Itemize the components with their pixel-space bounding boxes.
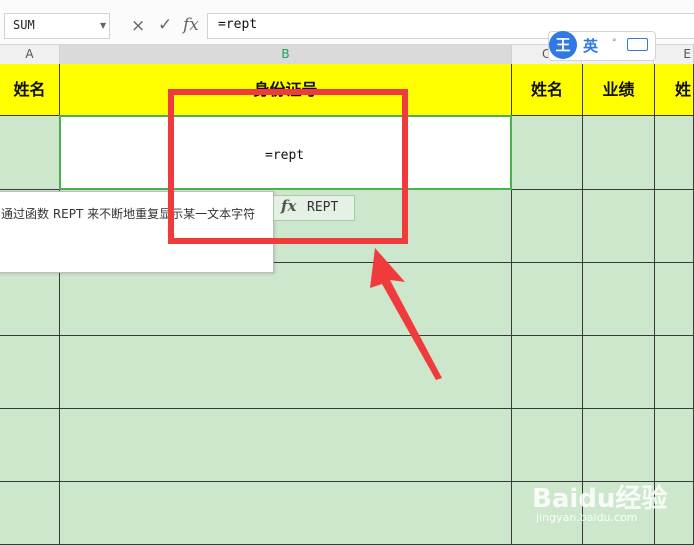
formula-text: =rept [218, 17, 258, 32]
table-cell[interactable] [583, 190, 655, 263]
header-cell-name[interactable]: 姓名 [0, 64, 60, 116]
table-cell[interactable] [655, 263, 694, 336]
table-cell[interactable] [0, 116, 60, 190]
table-cell[interactable] [655, 336, 694, 409]
table-cell[interactable] [655, 409, 694, 482]
confirm-icon[interactable]: ✓ [158, 15, 172, 35]
table-cell[interactable] [583, 263, 655, 336]
table-cell[interactable] [583, 336, 655, 409]
keyboard-icon[interactable] [627, 38, 648, 51]
name-box-value: SUM [13, 18, 35, 32]
header-cell-performance[interactable]: 业绩 [583, 64, 655, 116]
table-cell[interactable] [583, 409, 655, 482]
watermark-url: jingyan.baidu.com [536, 511, 638, 524]
header-cell-name-3[interactable]: 姓 [655, 64, 694, 116]
annotation-highlight-box [168, 89, 408, 244]
table-cell[interactable] [0, 409, 60, 482]
table-cell[interactable] [583, 116, 655, 190]
annotation-arrow [370, 248, 442, 380]
table-cell[interactable] [0, 482, 60, 545]
cancel-icon[interactable]: × [131, 16, 145, 36]
table-cell[interactable] [655, 190, 694, 263]
chevron-down-icon[interactable]: ▼ [100, 21, 106, 30]
ime-language-toggle[interactable]: 英 [583, 35, 598, 56]
table-cell[interactable] [60, 409, 512, 482]
punctuation-icon[interactable]: ° [612, 38, 617, 48]
watermark-brand: Baidu经验 [532, 484, 668, 514]
column-header-e[interactable]: E [655, 45, 694, 64]
table-cell[interactable] [512, 190, 583, 263]
table-cell[interactable] [655, 116, 694, 190]
column-header-b[interactable]: B [60, 45, 512, 64]
ime-logo-icon[interactable]: 王 [549, 31, 577, 59]
header-cell-name-2[interactable]: 姓名 [512, 64, 583, 116]
table-cell[interactable] [512, 336, 583, 409]
table-cell[interactable] [60, 482, 512, 545]
table-cell[interactable] [512, 116, 583, 190]
table-cell[interactable] [0, 263, 60, 336]
table-cell[interactable] [512, 263, 583, 336]
table-cell[interactable] [0, 336, 60, 409]
column-header-a[interactable]: A [0, 45, 60, 64]
insert-function-icon[interactable]: fx [183, 15, 199, 35]
table-cell[interactable] [512, 409, 583, 482]
